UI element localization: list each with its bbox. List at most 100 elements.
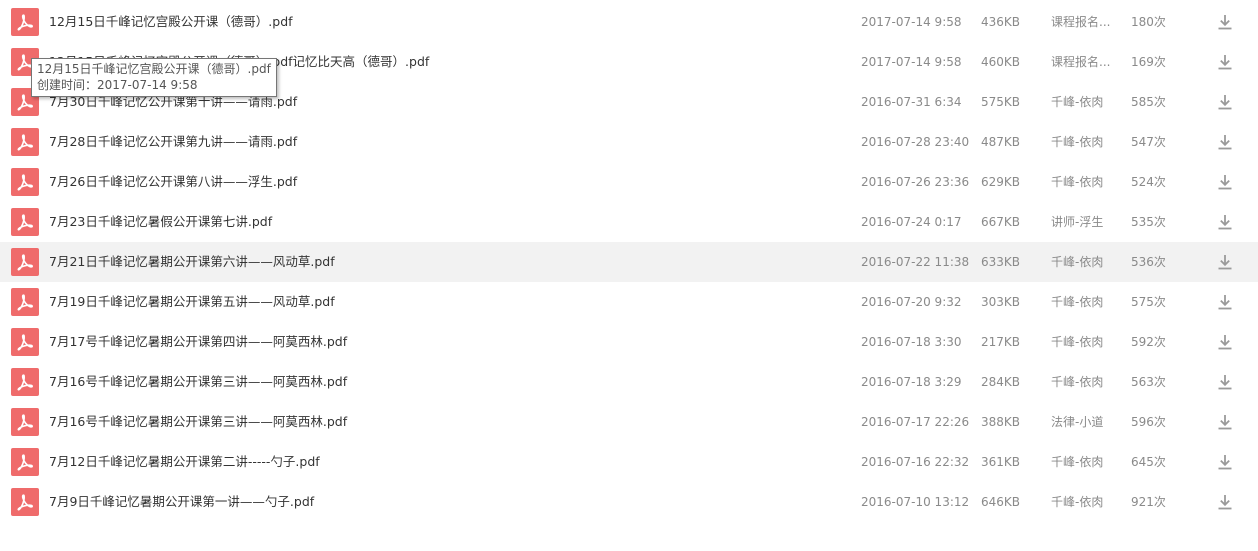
download-count: 180次	[1131, 15, 1166, 29]
file-name[interactable]: 12月15日千峰记忆宫殿公开课（德哥）.pdf	[49, 2, 293, 42]
download-icon[interactable]	[1216, 333, 1234, 351]
file-row[interactable]: 7月9日千峰记忆暑期公开课第一讲——勺子.pdf 2016-07-10 13:1…	[0, 482, 1258, 522]
file-row[interactable]: 7月23日千峰记忆暑假公开课第七讲.pdf 2016-07-24 0:17 66…	[0, 202, 1258, 242]
file-date: 2016-07-18 3:29	[861, 375, 962, 389]
download-count: 524次	[1131, 175, 1166, 189]
download-icon[interactable]	[1216, 173, 1234, 191]
file-uploader: 讲师-浮生	[1051, 215, 1104, 229]
file-row[interactable]: 7月21日千峰记忆暑期公开课第六讲——风动草.pdf 2016-07-22 11…	[0, 242, 1258, 282]
file-name[interactable]: 7月23日千峰记忆暑假公开课第七讲.pdf	[49, 202, 272, 242]
file-size: 361KB	[981, 455, 1021, 469]
file-size: 284KB	[981, 375, 1021, 389]
file-size: 633KB	[981, 255, 1021, 269]
pdf-icon	[11, 168, 39, 196]
download-icon[interactable]	[1216, 253, 1234, 271]
file-date: 2016-07-22 11:38	[861, 255, 970, 269]
download-count: 592次	[1131, 335, 1166, 349]
file-name[interactable]: 7月28日千峰记忆公开课第九讲——请雨.pdf	[49, 122, 297, 162]
download-icon[interactable]	[1216, 213, 1234, 231]
download-icon[interactable]	[1216, 93, 1234, 111]
download-icon[interactable]	[1216, 293, 1234, 311]
file-row[interactable]: 7月26日千峰记忆公开课第八讲——浮生.pdf 2016-07-26 23:36…	[0, 162, 1258, 202]
file-size: 460KB	[981, 55, 1021, 69]
pdf-icon	[11, 288, 39, 316]
file-uploader: 千峰-依肉	[1051, 295, 1104, 309]
file-uploader: 千峰-依肉	[1051, 455, 1104, 469]
file-uploader: 法律-小道	[1051, 415, 1104, 429]
file-size: 575KB	[981, 95, 1021, 109]
download-icon[interactable]	[1216, 13, 1234, 31]
file-name[interactable]: 7月19日千峰记忆暑期公开课第五讲——风动草.pdf	[49, 282, 335, 322]
file-row[interactable]: 7月16号千峰记忆暑期公开课第三讲——阿莫西林.pdf 2016-07-18 3…	[0, 362, 1258, 402]
file-date: 2016-07-17 22:26	[861, 415, 970, 429]
download-count: 535次	[1131, 215, 1166, 229]
file-size: 667KB	[981, 215, 1021, 229]
pdf-icon	[11, 328, 39, 356]
file-name[interactable]: 7月21日千峰记忆暑期公开课第六讲——风动草.pdf	[49, 242, 335, 282]
file-name[interactable]: 7月17号千峰记忆暑期公开课第四讲——阿莫西林.pdf	[49, 322, 347, 362]
download-icon[interactable]	[1216, 413, 1234, 431]
file-size: 388KB	[981, 415, 1021, 429]
file-date: 2016-07-18 3:30	[861, 335, 962, 349]
pdf-icon	[11, 248, 39, 276]
file-row[interactable]: 7月19日千峰记忆暑期公开课第五讲——风动草.pdf 2016-07-20 9:…	[0, 282, 1258, 322]
download-count: 547次	[1131, 135, 1166, 149]
pdf-icon	[11, 448, 39, 476]
file-date: 2016-07-28 23:40	[861, 135, 970, 149]
file-uploader: 课程报名...	[1051, 55, 1111, 69]
file-date: 2016-07-31 6:34	[861, 95, 962, 109]
file-name[interactable]: 7月26日千峰记忆公开课第八讲——浮生.pdf	[49, 162, 297, 202]
download-icon[interactable]	[1216, 373, 1234, 391]
file-name[interactable]: 7月16号千峰记忆暑期公开课第三讲——阿莫西林.pdf	[49, 402, 347, 442]
tooltip-created: 创建时间：2017-07-14 9:58	[37, 78, 198, 92]
file-row[interactable]: 7月16号千峰记忆暑期公开课第三讲——阿莫西林.pdf 2016-07-17 2…	[0, 402, 1258, 442]
file-size: 303KB	[981, 295, 1021, 309]
file-name[interactable]: 7月9日千峰记忆暑期公开课第一讲——勺子.pdf	[49, 482, 314, 522]
file-uploader: 课程报名...	[1051, 15, 1111, 29]
file-uploader: 千峰-依肉	[1051, 95, 1104, 109]
file-row[interactable]: 12月15日千峰记忆宫殿公开课（德哥）.pdf 2017-07-14 9:58 …	[0, 2, 1258, 42]
download-count: 536次	[1131, 255, 1166, 269]
file-tooltip: 12月15日千峰记忆宫殿公开课（德哥）.pdf 创建时间：2017-07-14 …	[31, 58, 277, 97]
file-date: 2016-07-26 23:36	[861, 175, 970, 189]
download-count: 563次	[1131, 375, 1166, 389]
download-count: 645次	[1131, 455, 1166, 469]
file-uploader: 千峰-依肉	[1051, 175, 1104, 189]
file-size: 436KB	[981, 15, 1021, 29]
download-count: 575次	[1131, 295, 1166, 309]
file-date: 2017-07-14 9:58	[861, 55, 962, 69]
file-date: 2016-07-20 9:32	[861, 295, 962, 309]
download-count: 585次	[1131, 95, 1166, 109]
file-uploader: 千峰-依肉	[1051, 135, 1104, 149]
file-row[interactable]: 7月28日千峰记忆公开课第九讲——请雨.pdf 2016-07-28 23:40…	[0, 122, 1258, 162]
download-icon[interactable]	[1216, 453, 1234, 471]
pdf-icon	[11, 488, 39, 516]
file-date: 2017-07-14 9:58	[861, 15, 962, 29]
pdf-icon	[11, 208, 39, 236]
file-name[interactable]: 7月12日千峰记忆暑期公开课第二讲-----勺子.pdf	[49, 442, 320, 482]
file-uploader: 千峰-依肉	[1051, 495, 1104, 509]
pdf-icon	[11, 8, 39, 36]
file-date: 2016-07-16 22:32	[861, 455, 970, 469]
tooltip-title: 12月15日千峰记忆宫殿公开课（德哥）.pdf	[37, 62, 271, 76]
file-size: 487KB	[981, 135, 1021, 149]
file-uploader: 千峰-依肉	[1051, 255, 1104, 269]
file-size: 629KB	[981, 175, 1021, 189]
file-row[interactable]: 7月17号千峰记忆暑期公开课第四讲——阿莫西林.pdf 2016-07-18 3…	[0, 322, 1258, 362]
pdf-icon	[11, 368, 39, 396]
file-uploader: 千峰-依肉	[1051, 375, 1104, 389]
file-date: 2016-07-24 0:17	[861, 215, 962, 229]
file-size: 646KB	[981, 495, 1021, 509]
download-icon[interactable]	[1216, 53, 1234, 71]
file-row[interactable]: 7月12日千峰记忆暑期公开课第二讲-----勺子.pdf 2016-07-16 …	[0, 442, 1258, 482]
file-name[interactable]: 7月16号千峰记忆暑期公开课第三讲——阿莫西林.pdf	[49, 362, 347, 402]
pdf-icon	[11, 128, 39, 156]
download-icon[interactable]	[1216, 493, 1234, 511]
download-count: 921次	[1131, 495, 1166, 509]
download-count: 596次	[1131, 415, 1166, 429]
file-uploader: 千峰-依肉	[1051, 335, 1104, 349]
file-size: 217KB	[981, 335, 1021, 349]
pdf-icon	[11, 408, 39, 436]
download-count: 169次	[1131, 55, 1166, 69]
download-icon[interactable]	[1216, 133, 1234, 151]
